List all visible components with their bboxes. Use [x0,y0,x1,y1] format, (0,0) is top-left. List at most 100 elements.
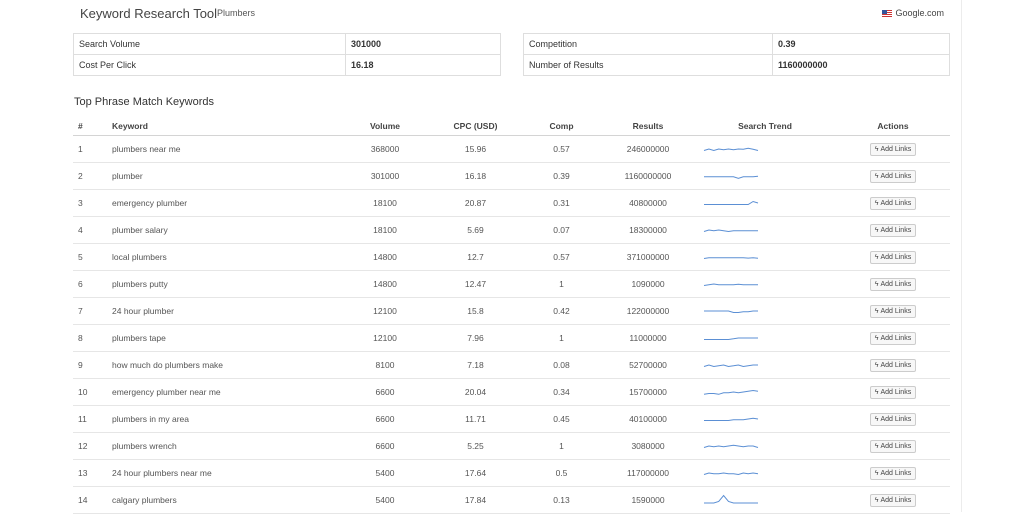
col-header-keyword: Keyword [112,116,340,136]
results-cell: 246000000 [602,135,694,163]
row-number: 1 [73,135,112,163]
add-links-button[interactable]: ϟ Add Links [869,304,917,318]
row-number: 6 [73,270,112,298]
actions-cell: ϟ Add Links [836,486,950,514]
stats-table-right: Competition 0.39 Number of Results 11600… [523,33,950,76]
results-label: Number of Results [523,54,773,76]
comp-cell: 0.13 [521,486,602,514]
keyword-cell: local plumbers [112,243,340,271]
actions-cell: ϟ Add Links [836,270,950,298]
col-header-actions: Actions [836,116,950,136]
results-cell: 18300000 [602,216,694,244]
table-row: 7 24 hour plumber 12100 15.8 0.42 122000000 ϟ … [73,297,950,325]
search-trend-sparkline [704,175,759,179]
results-cell: 1090000 [602,270,694,298]
search-trend-cell [694,297,836,325]
results-cell: 40100000 [602,405,694,433]
search-trend-cell [694,405,836,433]
add-links-button[interactable]: ϟ Add Links [869,412,917,426]
trend-line [704,175,759,179]
section-title: Top Phrase Match Keywords [74,96,215,108]
trend-line [703,229,758,233]
keyword-cell: plumbers putty [112,270,340,298]
keyword-cell: plumber salary [112,216,340,244]
keyword-cell: plumbers wrench [112,432,340,460]
trend-line [704,310,758,313]
row-number: 14 [73,486,112,514]
add-links-button[interactable]: ϟ Add Links [869,277,917,291]
search-trend-sparkline [704,494,758,504]
results-cell: 117000000 [602,459,694,487]
cpc-cell: 7.96 [430,324,521,352]
keyword-cell: plumbers tape [112,324,340,352]
add-links-button[interactable]: ϟ Add Links [869,196,917,210]
add-links-button[interactable]: ϟ Add Links [869,250,917,264]
add-links-button[interactable]: ϟ Add Links [869,358,917,372]
cpc-cell: 12.47 [430,270,521,298]
add-links-button[interactable]: ϟ Add Links [869,331,917,345]
actions-cell: ϟ Add Links [836,135,950,163]
app-title: Keyword Research Tool [80,6,218,21]
search-volume-value: 301000 [345,33,501,55]
actions-cell: ϟ Add Links [836,351,950,379]
search-trend-cell [694,135,836,163]
cpc-cell: 20.87 [430,189,521,217]
keyword-cell: emergency plumber [112,189,340,217]
table-row: 11 plumbers in my area 6600 11.71 0.45 401000… [73,405,950,433]
cpc-cell: 12.7 [430,243,521,271]
comp-cell: 0.57 [521,135,602,163]
search-trend-sparkline [704,310,758,313]
cpc-label: Cost Per Click [73,54,346,76]
row-number: 5 [73,243,112,271]
keyword-cell: plumbers in my area [112,405,340,433]
table-row: 10 emergency plumber near me 6600 20.04 0.34… [73,378,950,406]
trend-line [703,283,758,286]
search-trend-sparkline [703,283,758,286]
results-cell: 11000000 [602,324,694,352]
results-cell: 371000000 [602,243,694,271]
header: Keyword Research Tool Plumbers Google.co… [80,6,944,22]
trend-line [704,337,758,340]
table-header-row: # Keyword Volume CPC (USD) Comp Results … [73,116,950,136]
keyword-cell: calgary plumbers [112,486,340,514]
search-trend-cell [694,270,836,298]
add-links-button[interactable]: ϟ Add Links [869,466,917,480]
add-links-label: Add Links [880,388,912,396]
add-links-button[interactable]: ϟ Add Links [869,439,917,453]
volume-cell: 6600 [340,432,430,460]
add-links-label: Add Links [880,199,912,207]
add-links-label: Add Links [880,172,912,180]
add-links-button[interactable]: ϟ Add Links [869,142,917,156]
add-links-button[interactable]: ϟ Add Links [869,223,917,237]
add-links-button[interactable]: ϟ Add Links [869,493,917,507]
actions-cell: ϟ Add Links [836,243,950,271]
search-trend-sparkline [704,417,759,421]
actions-cell: ϟ Add Links [836,189,950,217]
table-row: 5 local plumbers 14800 12.7 0.57 371000000 ϟ A… [73,243,950,271]
table-row: 14 calgary plumbers 5400 17.84 0.13 1590000 ϟ … [73,486,950,514]
cpc-cell: 17.84 [430,486,521,514]
row-number: 11 [73,405,112,433]
col-header-comp: Comp [521,116,602,136]
volume-cell: 6600 [340,378,430,406]
volume-cell: 5400 [340,459,430,487]
volume-cell: 14800 [340,243,430,271]
trend-line [704,494,758,504]
cpc-cell: 20.04 [430,378,521,406]
table-row: 6 plumbers putty 14800 12.47 1 1090000 ϟ Add L… [73,270,950,298]
search-trend-sparkline [703,389,759,395]
volume-cell: 12100 [340,324,430,352]
volume-cell: 8100 [340,351,430,379]
add-links-button[interactable]: ϟ Add Links [869,385,917,399]
comp-cell: 1 [521,270,602,298]
add-links-label: Add Links [880,361,912,369]
add-links-button[interactable]: ϟ Add Links [869,169,917,183]
search-trend-cell [694,324,836,352]
row-number: 4 [73,216,112,244]
stats-row: Number of Results 1160000000 [523,54,950,76]
add-links-label: Add Links [880,280,912,288]
volume-cell: 14800 [340,270,430,298]
search-trend-cell [694,162,836,190]
cpc-cell: 16.18 [430,162,521,190]
trend-line [704,417,759,421]
